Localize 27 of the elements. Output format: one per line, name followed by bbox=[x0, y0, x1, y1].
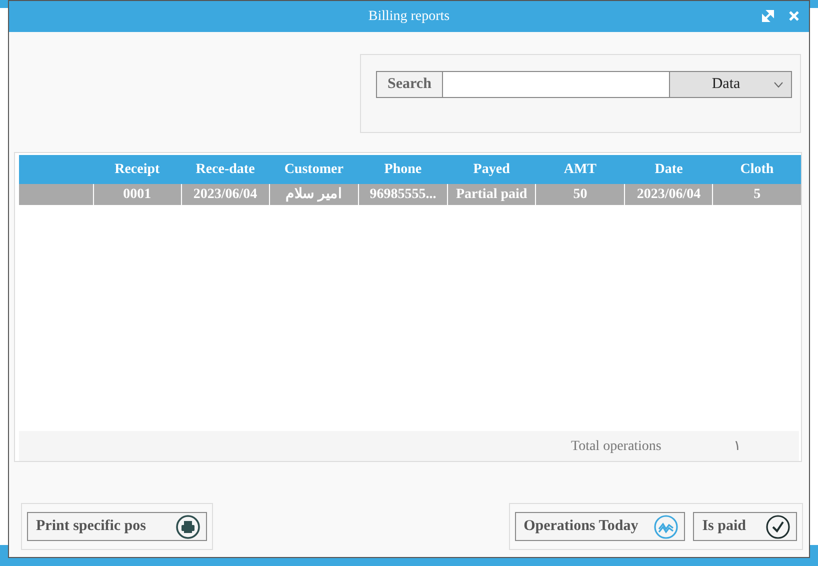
table-cell: 2023/06/04 bbox=[624, 184, 713, 205]
action-button[interactable]: Print specific pos bbox=[27, 512, 207, 541]
table-cell: 2023/06/04 bbox=[181, 184, 270, 205]
table-cell: 96985555... bbox=[358, 184, 448, 205]
table-cell: Partial paid bbox=[448, 184, 536, 205]
column-header: Payed bbox=[448, 155, 536, 184]
table-cell: 50 bbox=[536, 184, 625, 205]
column-header: AMT bbox=[536, 155, 625, 184]
action-button[interactable]: Is paid bbox=[693, 512, 797, 541]
column-header: Rece-date bbox=[181, 155, 270, 184]
action-button[interactable]: Operations Today bbox=[514, 512, 686, 541]
total-label: Total operations bbox=[571, 438, 662, 456]
window-title: Billing reports bbox=[368, 8, 450, 26]
checkmark-icon bbox=[766, 514, 790, 538]
trend-chart-icon bbox=[654, 514, 678, 538]
column-header: Customer bbox=[269, 155, 358, 184]
column-header: Cloth bbox=[712, 155, 801, 184]
table-cell: 0001 bbox=[93, 184, 182, 205]
maximize-icon[interactable] bbox=[761, 9, 775, 23]
column-header: Receipt bbox=[93, 155, 182, 184]
printer-icon bbox=[176, 514, 200, 538]
total-value: ١ bbox=[733, 438, 742, 456]
table-cell: امير سلام bbox=[269, 184, 358, 205]
column-header: Date bbox=[624, 155, 713, 184]
close-icon[interactable] bbox=[789, 11, 799, 21]
table-cell: 5 bbox=[712, 184, 801, 205]
column-header: Phone bbox=[358, 155, 448, 184]
